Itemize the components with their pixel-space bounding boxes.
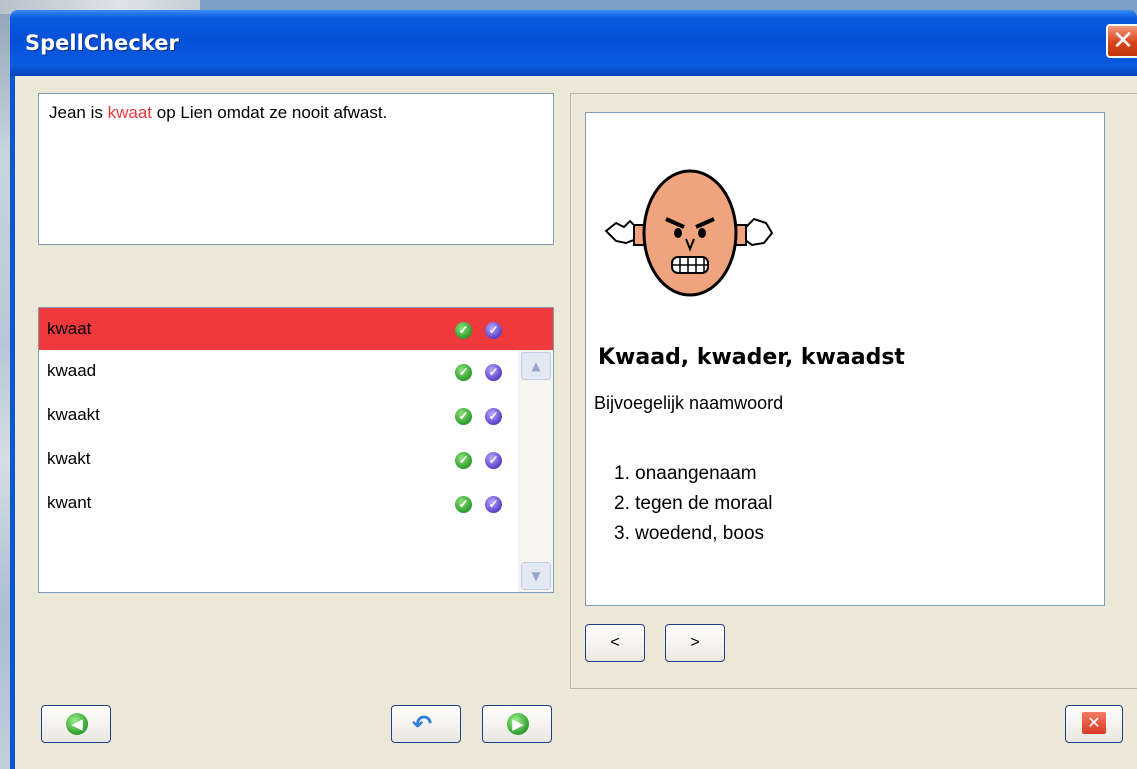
scroll-down-button[interactable]: ▼: [521, 562, 551, 590]
green-check-icon[interactable]: ✓: [455, 322, 472, 339]
close-button[interactable]: ✕: [1065, 705, 1123, 743]
green-left-arrow-icon: ◀: [66, 713, 88, 735]
source-text-box[interactable]: Jean is kwaat op Lien omdat ze nooit afw…: [38, 93, 554, 245]
list-item: 3. woedend, boos: [614, 523, 765, 544]
purple-check-icon[interactable]: ✓: [485, 452, 502, 469]
green-check-icon[interactable]: ✓: [455, 496, 472, 513]
prev-label: <: [610, 634, 620, 651]
window-title: SpellChecker: [25, 31, 179, 55]
red-close-icon: ✕: [1082, 712, 1106, 734]
suggestion-label: kwant: [47, 493, 92, 512]
client-area: Jean is kwaat op Lien omdat ze nooit afw…: [15, 76, 1137, 769]
scroll-up-button[interactable]: ▲: [521, 352, 551, 380]
chevron-up-icon: ▲: [531, 359, 541, 373]
window-close-button[interactable]: ✕: [1106, 24, 1137, 58]
green-check-icon[interactable]: ✓: [455, 364, 472, 381]
sentence-after: op Lien omdat ze nooit afwast.: [152, 103, 388, 122]
back-button[interactable]: ◀: [41, 705, 111, 743]
angry-face-icon: [604, 169, 774, 297]
word-type: Bijvoegelijk naamwoord: [594, 393, 784, 413]
list-item[interactable]: kwaad ✓ ✓: [39, 350, 517, 392]
list-item[interactable]: kwaakt ✓ ✓: [39, 394, 517, 436]
undo-button[interactable]: ↶: [391, 705, 461, 743]
meaning-list: 1. onaangenaam 2. tegen de moraal 3. woe…: [614, 459, 772, 549]
previous-definition-button[interactable]: <: [585, 624, 645, 662]
list-scrollbar[interactable]: ▲ ▼: [518, 350, 553, 592]
suggestion-label: kwaat: [47, 319, 92, 338]
suggestion-list[interactable]: kwaat ✓ ✓ kwaad ✓ ✓ kwaakt ✓ ✓ kwakt ✓ ✓…: [38, 307, 554, 593]
purple-check-icon[interactable]: ✓: [485, 408, 502, 425]
list-item[interactable]: kwaat ✓ ✓: [39, 308, 553, 350]
sentence-before: Jean is: [49, 103, 108, 122]
list-item[interactable]: kwakt ✓ ✓: [39, 438, 517, 480]
list-item: 2. tegen de moraal: [614, 493, 773, 514]
suggestion-label: kwakt: [47, 449, 91, 468]
undo-arrow-icon: ↶: [412, 710, 433, 738]
list-item: 1. onaangenaam: [614, 463, 757, 484]
purple-check-icon[interactable]: ✓: [485, 322, 502, 339]
suggestion-label: kwaakt: [47, 405, 100, 424]
green-right-arrow-icon: ▶: [507, 713, 529, 735]
next-label: >: [690, 634, 700, 651]
spellchecker-window: SpellChecker ✕ Jean is kwaat op Lien omd…: [10, 10, 1137, 769]
title-bar[interactable]: SpellChecker ✕: [10, 10, 1137, 76]
suggestion-label: kwaad: [47, 361, 97, 380]
source-sentence: Jean is kwaat op Lien omdat ze nooit afw…: [49, 103, 387, 123]
misspelled-word[interactable]: kwaat: [108, 103, 152, 122]
green-check-icon[interactable]: ✓: [455, 408, 472, 425]
definition-title: Kwaad, kwader, kwaadst: [598, 345, 905, 370]
purple-check-icon[interactable]: ✓: [485, 496, 502, 513]
close-icon: ✕: [1112, 26, 1134, 56]
chevron-down-icon: ▼: [531, 569, 541, 583]
forward-button[interactable]: ▶: [482, 705, 552, 743]
next-definition-button[interactable]: >: [665, 624, 725, 662]
definition-panel: Kwaad, kwader, kwaadst Bijvoegelijk naam…: [585, 112, 1105, 606]
list-item[interactable]: kwant ✓ ✓: [39, 482, 517, 524]
purple-check-icon[interactable]: ✓: [485, 364, 502, 381]
green-check-icon[interactable]: ✓: [455, 452, 472, 469]
